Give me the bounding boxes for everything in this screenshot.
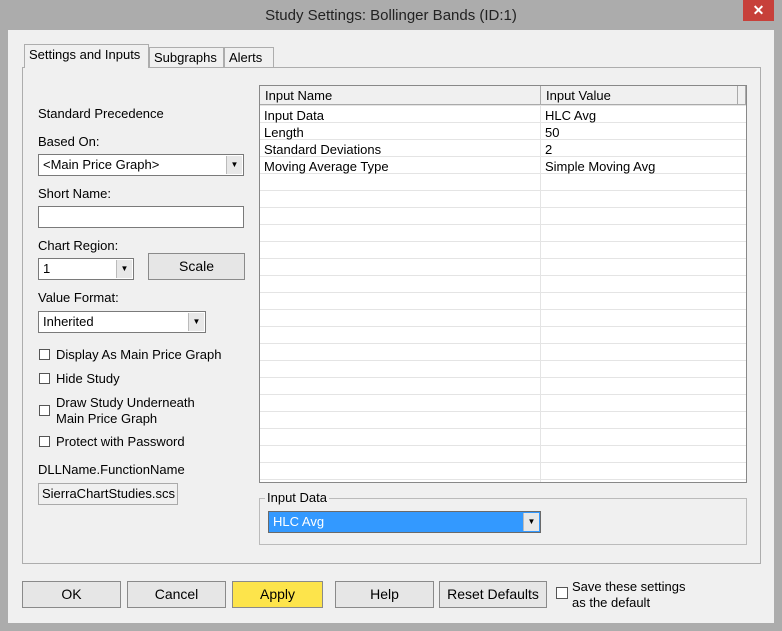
dll-field[interactable]: SierraChartStudies.scs [38,483,178,505]
draw-underneath-checkbox[interactable] [39,405,50,416]
save-default-label: Save these settings [572,579,686,594]
input-name: Input Data [264,108,324,123]
tab-subgraphs[interactable]: Subgraphs [149,47,224,68]
column-header-input-name[interactable]: Input Name [260,86,541,105]
table-row[interactable]: Standard Deviations 2 [260,141,738,158]
based-on-value: <Main Price Graph> [43,157,160,172]
input-value: 2 [545,142,553,157]
input-value: 50 [545,125,560,140]
header-spacer [738,86,746,105]
cancel-button[interactable]: Cancel [127,581,226,608]
standard-precedence-label: Standard Precedence [38,106,164,121]
hide-study-label: Hide Study [56,371,120,386]
value-format-value: Inherited [43,314,94,329]
short-name-label: Short Name: [38,186,111,201]
display-as-main-label: Display As Main Price Graph [56,347,222,362]
scale-button[interactable]: Scale [148,253,245,280]
chevron-down-icon[interactable]: ▼ [188,313,204,331]
hide-study-checkbox[interactable] [39,373,50,384]
save-default-checkbox[interactable] [556,587,568,599]
input-data-select[interactable]: HLC Avg ▼ [268,511,541,533]
chevron-down-icon[interactable]: ▼ [226,156,242,174]
reset-defaults-button[interactable]: Reset Defaults [439,581,547,608]
dll-label: DLLName.FunctionName [38,462,185,477]
draw-underneath-label-2: Main Price Graph [56,411,158,426]
input-value: HLC Avg [545,108,597,123]
short-name-input[interactable] [38,206,244,228]
input-value: Simple Moving Avg [545,159,656,174]
save-default-label-2: as the default [572,595,651,610]
input-name: Moving Average Type [264,159,389,174]
draw-underneath-label: Draw Study Underneath [56,395,195,410]
tab-settings-and-inputs[interactable]: Settings and Inputs [24,44,149,68]
ok-button[interactable]: OK [22,581,121,608]
value-format-label: Value Format: [38,290,119,305]
apply-button[interactable]: Apply [232,581,323,608]
based-on-label: Based On: [38,134,100,149]
display-as-main-checkbox[interactable] [39,349,50,360]
chart-region-select[interactable]: 1 ▼ [38,258,134,280]
table-row[interactable]: Moving Average Type Simple Moving Avg [260,158,738,175]
table-row[interactable]: Length 50 [260,124,738,141]
input-name: Standard Deviations [264,142,382,157]
table-row[interactable]: Input Data HLC Avg [260,107,738,124]
protect-password-checkbox[interactable] [39,436,50,447]
window-title: Study Settings: Bollinger Bands (ID:1) [265,7,517,24]
help-button[interactable]: Help [335,581,434,608]
tab-alerts[interactable]: Alerts [224,47,274,68]
based-on-select[interactable]: <Main Price Graph> ▼ [38,154,244,176]
protect-password-label: Protect with Password [56,434,185,449]
chart-region-value: 1 [43,261,51,276]
input-name: Length [264,125,304,140]
input-data-group-label: Input Data [265,490,329,505]
inputs-grid: Input Name Input Value Input Data HLC Avg… [259,85,747,483]
chart-region-label: Chart Region: [38,238,119,253]
chevron-down-icon[interactable]: ▼ [523,513,539,531]
column-header-input-value[interactable]: Input Value [541,86,738,105]
chevron-down-icon[interactable]: ▼ [116,260,132,278]
close-button[interactable]: ✕ [743,0,774,21]
input-data-value: HLC Avg [273,514,325,529]
value-format-select[interactable]: Inherited ▼ [38,311,206,333]
